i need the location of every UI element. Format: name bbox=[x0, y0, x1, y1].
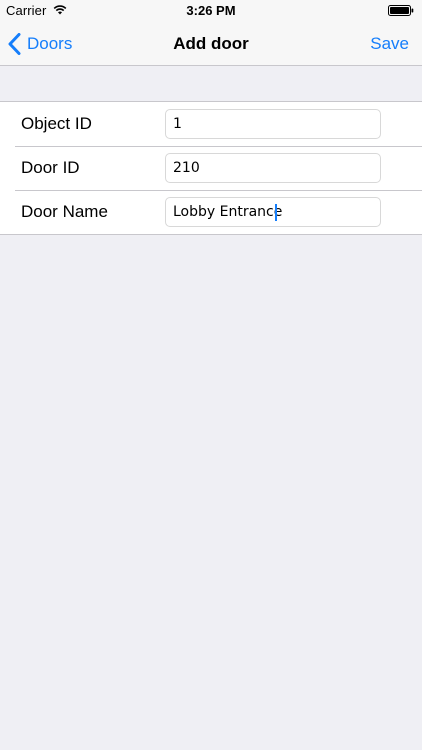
door-name-label: Door Name bbox=[21, 202, 108, 221]
navigation-bar: Doors Add door Save bbox=[0, 22, 422, 66]
form-row-door-name: Door Name bbox=[0, 190, 422, 234]
door-form: Object ID Door ID Door Name bbox=[0, 101, 422, 235]
text-cursor bbox=[275, 204, 277, 221]
object-id-label: Object ID bbox=[21, 114, 92, 133]
status-bar: Carrier 3:26 PM bbox=[0, 0, 422, 22]
door-name-field[interactable] bbox=[165, 197, 381, 227]
save-button[interactable]: Save bbox=[370, 22, 409, 66]
object-id-field[interactable] bbox=[165, 109, 381, 139]
door-id-field[interactable] bbox=[165, 153, 381, 183]
status-time: 3:26 PM bbox=[186, 3, 236, 18]
chevron-left-icon bbox=[8, 33, 21, 55]
back-button[interactable]: Doors bbox=[8, 22, 72, 66]
back-button-label: Doors bbox=[27, 34, 73, 53]
form-row-door-id: Door ID bbox=[0, 146, 422, 190]
form-row-object-id: Object ID bbox=[0, 102, 422, 146]
battery-icon bbox=[388, 5, 414, 16]
door-id-label: Door ID bbox=[21, 158, 80, 177]
